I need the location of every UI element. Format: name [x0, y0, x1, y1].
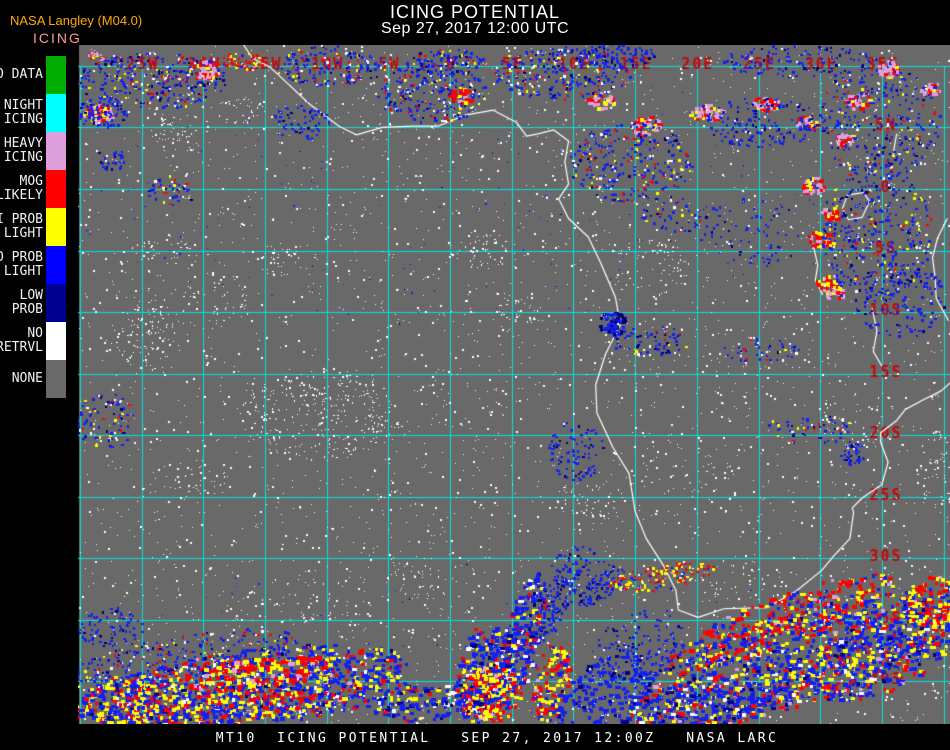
source-label: NASA Langley (M04.0)	[10, 13, 143, 28]
legend-swatch-no-data	[46, 56, 66, 94]
legend-label-no-data: O DATA	[0, 67, 43, 82]
legend-label-mog-likely: MOG LIKELY	[0, 174, 43, 203]
footer-caption: MT10 ICING POTENTIAL SEP 27, 2017 12:00Z…	[215, 731, 779, 746]
legend-label-low-prob: LOW PROB	[11, 288, 43, 317]
page-root: { "header": { "title": "ICING POTENTIAL"…	[0, 0, 950, 750]
map-panel	[78, 45, 950, 724]
legend-swatch-mog-likely	[46, 170, 66, 208]
legend-label-lo-prob-light: O PROB LIGHT	[0, 250, 43, 279]
page-subtitle: Sep 27, 2017 12:00 UTC	[380, 20, 569, 37]
legend-label-no-retrieval: NO RETRVL	[0, 326, 43, 355]
legend-swatch-hi-prob-light	[46, 208, 66, 246]
legend-swatch-none	[46, 360, 66, 398]
legend-label-hi-prob-light: I PROB LIGHT	[0, 212, 43, 241]
map-canvas	[78, 45, 950, 724]
product-label: ICING	[33, 30, 82, 46]
legend-label-night-icing: NIGHT ICING	[3, 98, 43, 127]
legend-swatch-night-icing	[46, 94, 66, 132]
legend-swatch-low-prob	[46, 284, 66, 322]
legend-label-heavy-icing: HEAVY ICING	[3, 136, 43, 165]
legend-swatch-no-retrieval	[46, 322, 66, 360]
legend-label-none: NONE	[11, 371, 43, 386]
legend-swatch-lo-prob-light	[46, 246, 66, 284]
legend-swatch-heavy-icing	[46, 132, 66, 170]
